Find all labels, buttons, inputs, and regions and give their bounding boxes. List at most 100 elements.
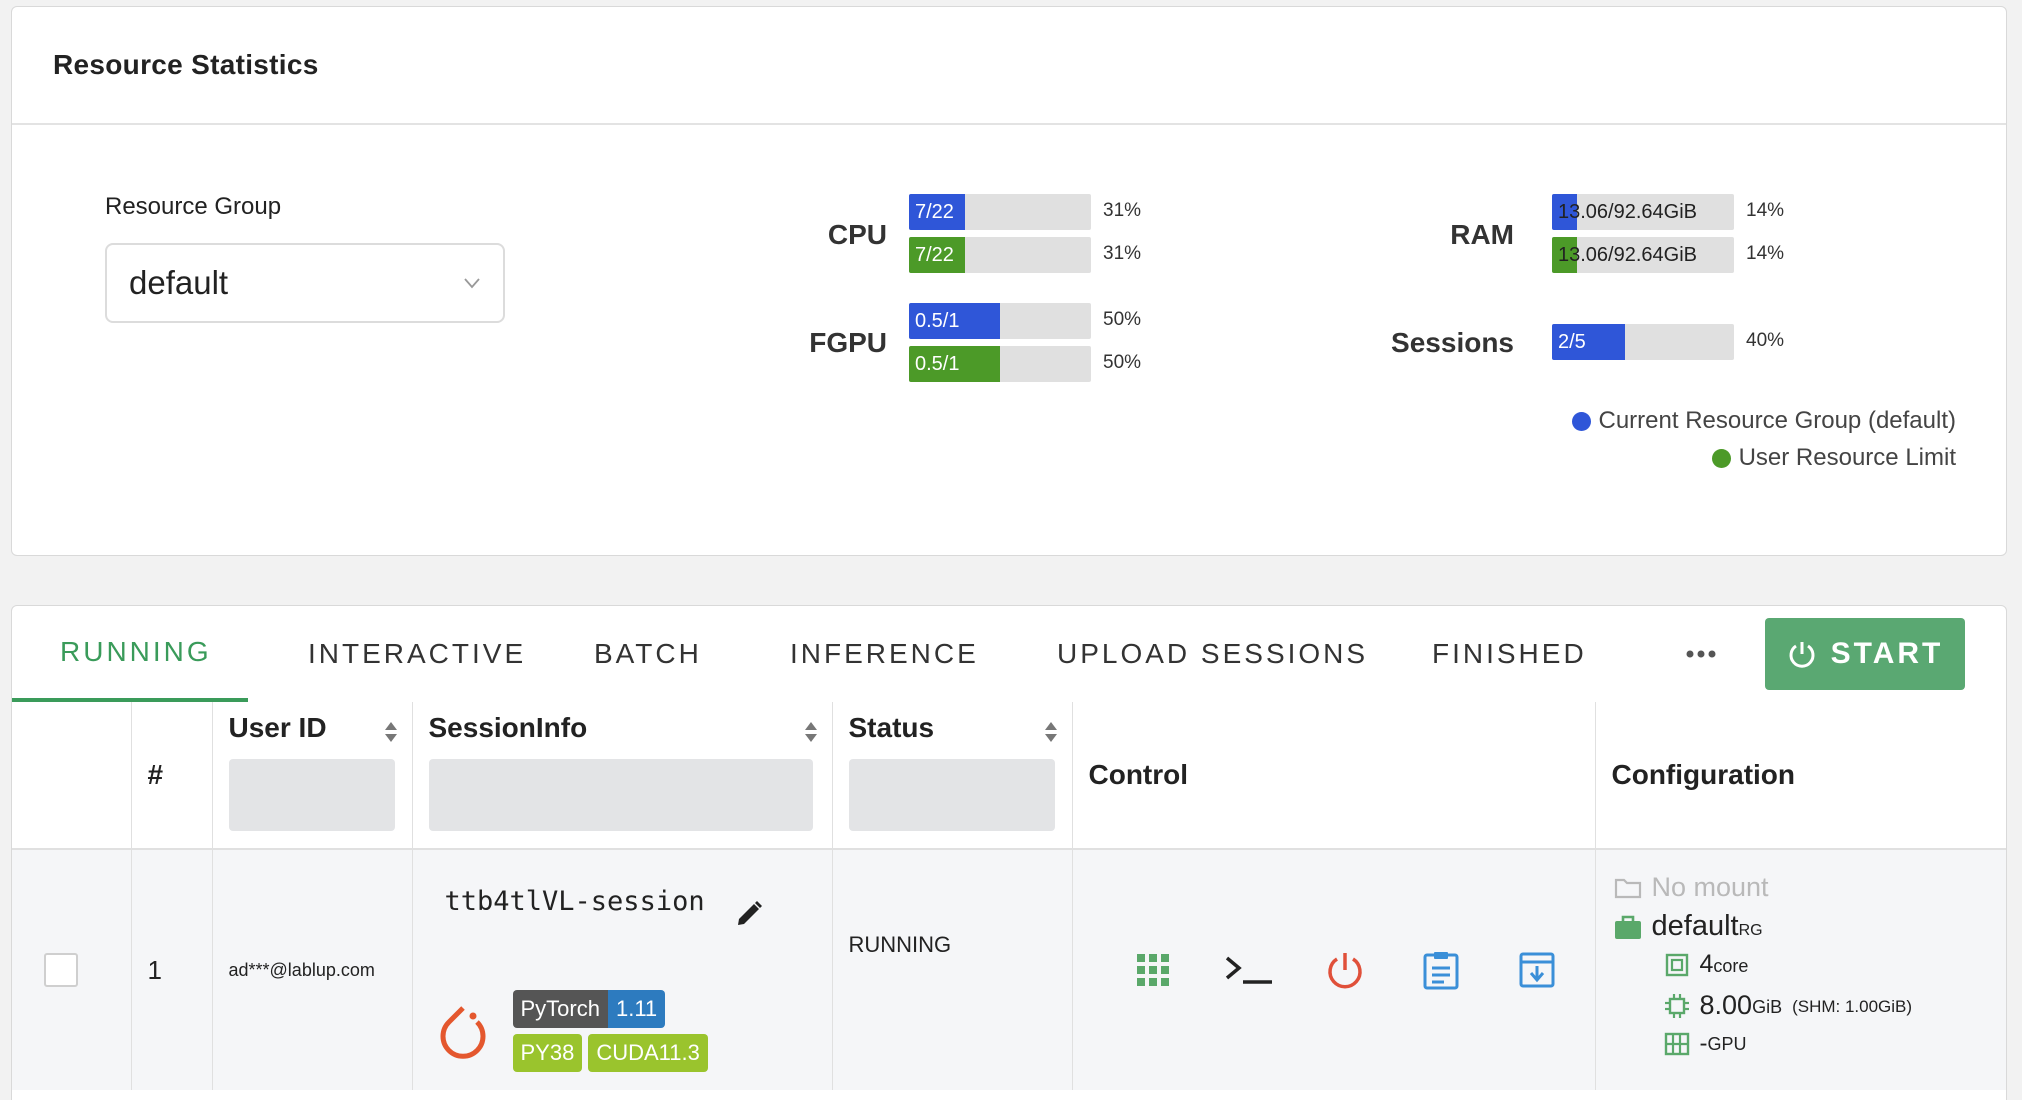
python-tag-label: PY38 [512,1034,583,1072]
config-column-header: Configuration [1595,702,2006,850]
ram-limit-pct: 14% [1746,243,1785,264]
logs-button[interactable] [1393,945,1489,995]
legend-current: Current Resource Group (default) [1571,407,1957,435]
cpu-limit-bar: 7/22 [909,237,1091,273]
fgpu-current-pct: 50% [1103,309,1142,330]
cpu-value: 4 [1699,950,1714,978]
cpu-current-pct: 31% [1103,200,1142,221]
user-filter-input[interactable] [228,759,395,831]
apps-grid-icon [1136,954,1169,986]
start-button[interactable]: START [1765,618,1965,690]
apps-button[interactable] [1105,945,1201,995]
tab-interactive[interactable]: INTERACTIVE [248,606,542,702]
shm-label: (SHM: 1.00GiB) [1792,996,1913,1016]
status-column-header: Status [832,702,1073,850]
terminate-button[interactable] [1297,945,1393,995]
session-info: ttb4tlVL-session PyTorch 1.11 PY38 CUDA1… [413,850,832,1090]
session-name: ttb4tlVL-session [444,886,705,917]
cuda-tag-label: CUDA11.3 [588,1034,708,1072]
pytorch-logo-icon [440,1006,485,1059]
mount-label: No mount [1651,872,1769,902]
pencil-icon[interactable] [733,898,765,930]
fgpu-limit-text: 0.5/1 [915,353,960,375]
tab-upload-sessions[interactable]: UPLOAD SESSIONS [1005,606,1385,702]
select-cell [12,849,132,1090]
index-column-header: # [131,702,213,850]
framework-name: PyTorch [512,990,608,1028]
framework-tag: PyTorch 1.11 [512,990,666,1028]
fgpu-current-text: 0.5/1 [915,310,960,332]
ram-current-text: 13.06/92.64GiB [1558,201,1697,223]
tab-finished[interactable]: FINISHED [1385,606,1585,702]
sessions-label: Sessions [1391,327,1514,358]
session-tabs: RUNNING INTERACTIVE BATCH INFERENCE UPLO… [12,606,1585,702]
legend-limit-label: User Resource Limit [1738,444,1956,471]
rg-name: default [1651,910,1739,942]
sort-icon[interactable] [384,720,398,744]
session-header-label: SessionInfo [428,712,588,743]
sessions-table: # User ID SessionInfo Status Control Con… [12,702,2006,1090]
sort-icon[interactable] [804,720,818,744]
session-filter-input[interactable] [428,759,813,831]
gpu-value: - [1699,1030,1708,1057]
fgpu-current-bar: 0.5/1 [909,303,1091,339]
status-header-label: Status [848,712,935,743]
mem-unit: GiB [1752,997,1783,1017]
archive-button[interactable] [1489,945,1585,995]
tab-inference[interactable]: INFERENCE [740,606,1005,702]
more-tabs-button[interactable] [1676,634,1726,674]
python-tag: PY38 [512,1034,583,1072]
sessions-card: RUNNING INTERACTIVE BATCH INFERENCE UPLO… [11,605,2007,1100]
terminal-button[interactable] [1201,945,1297,995]
legend-limit-dot [1711,448,1731,468]
user-header-label: User ID [228,712,327,743]
legend-current-label: Current Resource Group (default) [1598,407,1957,434]
row-checkbox[interactable] [44,953,78,987]
ram-limit-text: 13.06/92.64GiB [1558,244,1697,266]
memory-line: 8.00 GiB (SHM: 1.00GiB) [1664,990,1913,1021]
sessions-current-text: 2/5 [1558,331,1586,353]
config-header-label: Configuration [1611,759,1796,790]
archive-download-icon [1519,952,1554,988]
gpu-line: - GPU [1664,1030,1747,1058]
ram-current-pct: 14% [1746,200,1785,221]
rg-suffix: RG [1738,921,1763,939]
tab-batch[interactable]: BATCH [542,606,740,702]
fgpu-label: FGPU [809,327,887,358]
session-column-header: SessionInfo [412,702,833,850]
mount-line: No mount [1614,872,1769,903]
status-filter-input[interactable] [848,759,1055,831]
cpu-limit-pct: 31% [1103,243,1142,264]
resource-group-label: Resource Group [105,193,282,220]
cpu-chip-icon [1665,953,1688,976]
framework-version: 1.11 [607,990,666,1028]
user-cell: ad***@lablup.com [212,849,413,1090]
clipboard-icon [1423,952,1458,990]
cpu-current-text: 7/22 [915,201,954,223]
fgpu-limit-pct: 50% [1103,352,1142,373]
index-header-label: # [147,759,164,790]
select-column-header [12,702,132,850]
status-cell: RUNNING [832,849,1073,1090]
gpu-grid-icon [1664,1032,1689,1056]
resource-statistics-card: Resource Statistics Resource Group defau… [11,6,2007,556]
ram-current-bar: 13.06/92.64GiB [1552,194,1734,230]
cpu-line: 4 core [1664,950,1749,979]
memory-chip-icon [1664,993,1689,1018]
resource-group-select[interactable]: default [105,243,505,323]
sort-icon[interactable] [1044,720,1058,744]
fgpu-limit-bar: 0.5/1 [909,346,1091,382]
power-icon [1327,953,1362,989]
folder-icon [1614,878,1641,898]
mem-value: 8.00 [1699,990,1753,1020]
index-cell: 1 [131,849,213,1090]
cpu-unit: core [1713,956,1749,976]
card-header: Resource Statistics [12,7,2006,125]
cuda-tag: CUDA11.3 [588,1034,708,1072]
cpu-label: CPU [827,219,887,250]
cpu-current-bar: 7/22 [909,194,1091,230]
legend-limit: User Resource Limit [1711,444,1956,472]
control-cell [1072,849,1596,1090]
user-column-header: User ID [212,702,413,850]
tab-running[interactable]: RUNNING [12,606,248,702]
